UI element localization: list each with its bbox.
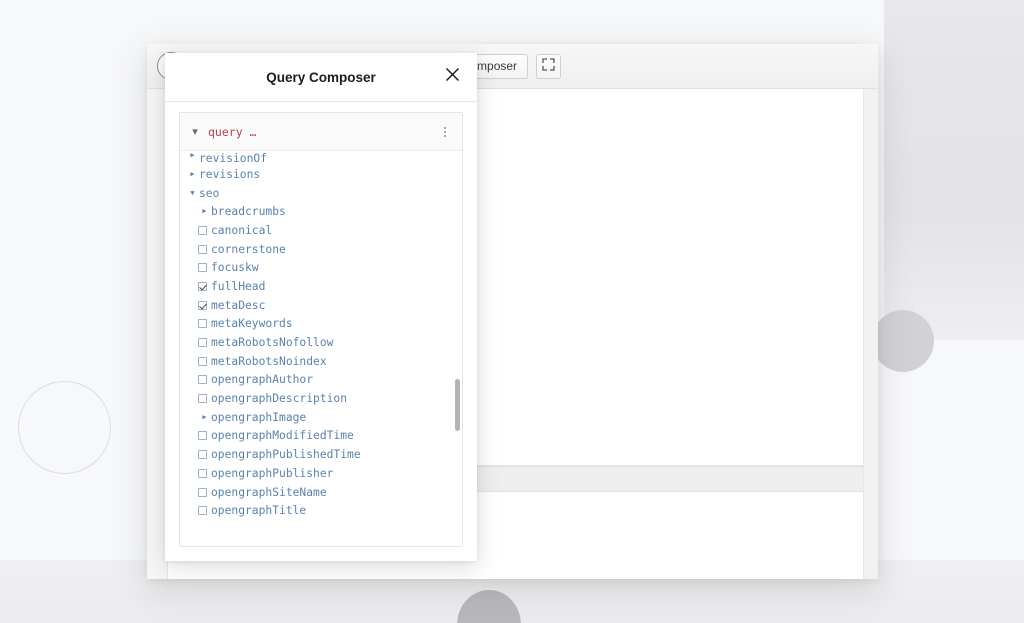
field-tree-item[interactable]: ▶ breadcrumbs [180, 202, 462, 221]
field-tree-item-label: opengraphPublisher [211, 466, 334, 480]
field-tree-scroll[interactable]: ▶ revisionOf ▶ revisions ▼ seo ▶ breadcrumbs can… [180, 151, 462, 546]
field-tree-item-label: opengraphDescription [211, 392, 348, 406]
field-tree-item-label: cornerstone [211, 242, 286, 256]
app-window: Prettify History Query Composer 1▾qu [147, 44, 878, 579]
field-checkbox[interactable] [198, 431, 207, 441]
background-circle-right [872, 310, 934, 372]
graphiql-right-rail [863, 89, 878, 579]
background-circle-left [18, 381, 111, 474]
field-tree-item[interactable]: metaDesc [180, 296, 462, 315]
query-root-label: query … [208, 124, 257, 139]
close-button[interactable] [441, 66, 463, 88]
field-checkbox[interactable] [198, 244, 207, 254]
field-checkbox[interactable] [198, 506, 207, 516]
field-tree-item-label: metaKeywords [211, 317, 293, 331]
field-tree-item-label: breadcrumbs [211, 205, 286, 219]
field-tree-item[interactable]: ▶ revisions [180, 165, 462, 184]
field-checkbox[interactable] [198, 281, 207, 291]
field-tree-item[interactable]: ▶ revisionOf [180, 153, 462, 165]
field-tree-item[interactable]: opengraphModifiedTime [180, 427, 462, 446]
field-tree-item-label: revisions [199, 167, 261, 181]
field-tree-item-label: revisionOf [199, 153, 268, 165]
triangle-down-icon[interactable]: ▼ [186, 184, 199, 203]
background-panel-right [884, 0, 1024, 340]
triangle-right-icon[interactable]: ▶ [198, 408, 211, 427]
field-checkbox[interactable] [198, 300, 207, 310]
triangle-right-icon[interactable]: ▶ [186, 153, 199, 165]
field-tree-item[interactable]: ▶ opengraphImage [180, 408, 462, 427]
query-root-row[interactable]: ▾ query … [180, 113, 462, 151]
field-checkbox[interactable] [198, 338, 207, 348]
query-composer-dialog: Query Composer ▾ query … ▶ revisionOf ▶ … [165, 53, 477, 561]
field-checkbox[interactable] [198, 356, 207, 366]
field-tree-item-label: seo [199, 186, 220, 200]
field-tree-item-label: canonical [211, 223, 273, 237]
triangle-right-icon[interactable]: ▶ [198, 202, 211, 221]
field-tree-item-label: opengraphSiteName [211, 485, 327, 499]
chevron-down-icon[interactable]: ▾ [188, 125, 202, 138]
field-tree-list[interactable]: ▶ revisionOf ▶ revisions ▼ seo ▶ breadcrumbs can… [180, 153, 462, 520]
field-tree-scrollbar[interactable] [455, 151, 460, 546]
field-tree-item-label: focuskw [211, 261, 259, 275]
field-tree-item-label: opengraphTitle [211, 504, 307, 518]
field-tree-item[interactable]: metaRobotsNofollow [180, 333, 462, 352]
query-composer-body: ▾ query … ▶ revisionOf ▶ revisions ▼ seo ▶ brea… [165, 102, 477, 561]
field-tree-item-label: opengraphModifiedTime [211, 429, 354, 443]
field-tree-item[interactable]: opengraphAuthor [180, 371, 462, 390]
field-checkbox[interactable] [198, 394, 207, 404]
field-tree-scrollbar-thumb[interactable] [455, 379, 460, 431]
fullscreen-icon [542, 58, 555, 74]
field-checkbox[interactable] [198, 225, 207, 235]
query-composer-title: Query Composer [266, 69, 376, 85]
field-tree-item[interactable]: ▼ seo [180, 184, 462, 203]
field-tree-item[interactable]: focuskw [180, 258, 462, 277]
query-composer-header: Query Composer [165, 53, 477, 102]
field-checkbox[interactable] [198, 263, 207, 273]
field-tree-item[interactable]: cornerstone [180, 240, 462, 259]
field-checkbox[interactable] [198, 487, 207, 497]
field-tree-item[interactable]: opengraphDescription [180, 389, 462, 408]
field-tree-item-label: opengraphImage [211, 410, 307, 424]
field-tree-item[interactable]: opengraphPublisher [180, 464, 462, 483]
field-tree-item-label: opengraphAuthor [211, 373, 314, 387]
field-tree-item[interactable]: metaKeywords [180, 315, 462, 334]
field-tree-item[interactable]: opengraphPublishedTime [180, 445, 462, 464]
triangle-right-icon[interactable]: ▶ [186, 165, 199, 184]
field-tree-item[interactable]: opengraphTitle [180, 501, 462, 520]
field-tree-item-label: metaRobotsNofollow [211, 336, 334, 350]
field-tree-item[interactable]: fullHead [180, 277, 462, 296]
field-checkbox[interactable] [198, 319, 207, 329]
query-composer-box: ▾ query … ▶ revisionOf ▶ revisions ▼ seo ▶ brea… [179, 112, 463, 547]
field-tree-item-label: fullHead [211, 279, 266, 293]
field-tree-item[interactable]: metaRobotsNoindex [180, 352, 462, 371]
kebab-menu-icon[interactable] [438, 126, 452, 137]
field-tree-item[interactable]: opengraphSiteName [180, 483, 462, 502]
field-tree-item-label: metaRobotsNoindex [211, 354, 327, 368]
close-icon [445, 67, 460, 87]
field-tree-item[interactable]: canonical [180, 221, 462, 240]
field-tree-item-label: metaDesc [211, 298, 266, 312]
field-checkbox[interactable] [198, 468, 207, 478]
field-checkbox[interactable] [198, 450, 207, 460]
field-checkbox[interactable] [198, 375, 207, 385]
fullscreen-button[interactable] [536, 53, 562, 79]
field-tree-item-label: opengraphPublishedTime [211, 448, 361, 462]
